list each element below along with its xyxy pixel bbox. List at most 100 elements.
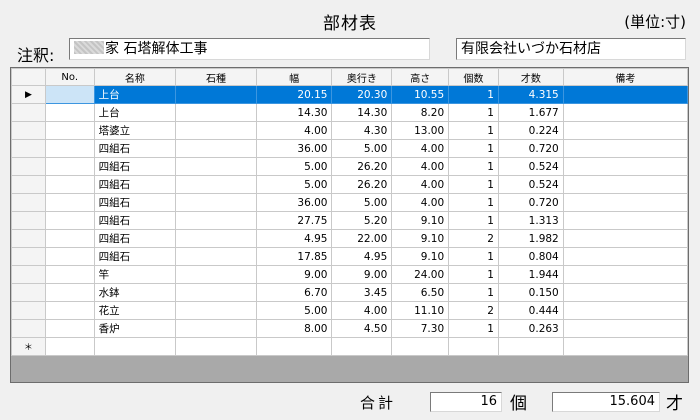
new-cell-height[interactable] xyxy=(391,337,450,356)
cell-name[interactable]: 上台 xyxy=(93,103,177,122)
column-header-stone[interactable]: 石種 xyxy=(175,68,257,86)
cell-count[interactable]: 1 xyxy=(448,85,499,104)
cell-no[interactable] xyxy=(44,247,95,266)
cell-width[interactable]: 8.00 xyxy=(255,319,333,338)
row-header[interactable] xyxy=(11,247,46,266)
cell-stone[interactable] xyxy=(175,139,257,158)
cell-volume[interactable]: 1.313 xyxy=(497,211,564,230)
cell-depth[interactable]: 3.45 xyxy=(331,283,393,302)
cell-stone[interactable] xyxy=(175,157,257,176)
cell-name[interactable]: 水鉢 xyxy=(93,283,177,302)
cell-count[interactable]: 1 xyxy=(448,121,499,140)
cell-depth[interactable]: 22.00 xyxy=(331,229,393,248)
row-header[interactable] xyxy=(11,211,46,230)
cell-stone[interactable] xyxy=(175,121,257,140)
cell-height[interactable]: 24.00 xyxy=(391,265,450,284)
cell-depth[interactable]: 4.00 xyxy=(331,301,393,320)
cell-volume[interactable]: 0.444 xyxy=(497,301,564,320)
table-row[interactable]: ▶ 上台 20.15 20.30 10.55 1 4.315 xyxy=(11,85,688,104)
cell-no[interactable] xyxy=(44,301,95,320)
cell-count[interactable]: 1 xyxy=(448,319,499,338)
table-row[interactable]: 四組石 5.00 26.20 4.00 1 0.524 xyxy=(11,175,688,194)
cell-name[interactable]: 竿 xyxy=(93,265,177,284)
cell-name[interactable]: 四組石 xyxy=(93,193,177,212)
cell-height[interactable]: 4.00 xyxy=(391,157,450,176)
cell-depth[interactable]: 4.30 xyxy=(331,121,393,140)
cell-depth[interactable]: 5.00 xyxy=(331,139,393,158)
cell-stone[interactable] xyxy=(175,85,257,104)
row-header[interactable]: ▶ xyxy=(11,85,46,104)
new-cell-name[interactable] xyxy=(93,337,177,356)
cell-depth[interactable]: 26.20 xyxy=(331,175,393,194)
cell-height[interactable]: 4.00 xyxy=(391,193,450,212)
cell-volume[interactable]: 0.804 xyxy=(497,247,564,266)
cell-volume[interactable]: 0.150 xyxy=(497,283,564,302)
table-row[interactable]: 四組石 4.95 22.00 9.10 2 1.982 xyxy=(11,229,688,248)
cell-name[interactable]: 四組石 xyxy=(93,157,177,176)
cell-stone[interactable] xyxy=(175,175,257,194)
cell-height[interactable]: 13.00 xyxy=(391,121,450,140)
cell-stone[interactable] xyxy=(175,193,257,212)
cell-remarks[interactable] xyxy=(562,211,688,230)
cell-count[interactable]: 1 xyxy=(448,283,499,302)
new-cell-count[interactable] xyxy=(448,337,499,356)
cell-name[interactable]: 四組石 xyxy=(93,229,177,248)
new-cell-volume[interactable] xyxy=(497,337,564,356)
cell-width[interactable]: 20.15 xyxy=(255,85,333,104)
cell-volume[interactable]: 0.263 xyxy=(497,319,564,338)
cell-remarks[interactable] xyxy=(562,85,688,104)
table-row[interactable]: 香炉 8.00 4.50 7.30 1 0.263 xyxy=(11,319,688,338)
cell-remarks[interactable] xyxy=(562,193,688,212)
cell-volume[interactable]: 0.524 xyxy=(497,175,564,194)
row-header[interactable] xyxy=(11,319,46,338)
cell-no[interactable] xyxy=(44,103,95,122)
cell-name[interactable]: 四組石 xyxy=(93,139,177,158)
cell-stone[interactable] xyxy=(175,229,257,248)
cell-no[interactable] xyxy=(44,139,95,158)
row-header[interactable] xyxy=(11,193,46,212)
cell-width[interactable]: 6.70 xyxy=(255,283,333,302)
cell-count[interactable]: 2 xyxy=(448,229,499,248)
cell-height[interactable]: 4.00 xyxy=(391,139,450,158)
cell-remarks[interactable] xyxy=(562,175,688,194)
cell-remarks[interactable] xyxy=(562,301,688,320)
table-row[interactable]: 四組石 5.00 26.20 4.00 1 0.524 xyxy=(11,157,688,176)
cell-volume[interactable]: 0.524 xyxy=(497,157,564,176)
row-header[interactable] xyxy=(11,229,46,248)
column-header-volume[interactable]: 才数 xyxy=(497,68,564,86)
cell-height[interactable]: 7.30 xyxy=(391,319,450,338)
row-header[interactable] xyxy=(11,301,46,320)
cell-no[interactable] xyxy=(44,283,95,302)
cell-volume[interactable]: 0.720 xyxy=(497,193,564,212)
cell-stone[interactable] xyxy=(175,283,257,302)
cell-name[interactable]: 香炉 xyxy=(93,319,177,338)
row-header[interactable] xyxy=(11,175,46,194)
cell-no[interactable] xyxy=(44,121,95,140)
cell-remarks[interactable] xyxy=(562,103,688,122)
row-header[interactable] xyxy=(11,265,46,284)
cell-depth[interactable]: 5.00 xyxy=(331,193,393,212)
table-row[interactable]: 上台 14.30 14.30 8.20 1 1.677 xyxy=(11,103,688,122)
cell-name[interactable]: 四組石 xyxy=(93,247,177,266)
cell-height[interactable]: 4.00 xyxy=(391,175,450,194)
cell-no[interactable] xyxy=(44,193,95,212)
cell-volume[interactable]: 4.315 xyxy=(497,85,564,104)
cell-remarks[interactable] xyxy=(562,319,688,338)
cell-remarks[interactable] xyxy=(562,283,688,302)
table-row[interactable]: 竿 9.00 9.00 24.00 1 1.944 xyxy=(11,265,688,284)
cell-width[interactable]: 5.00 xyxy=(255,175,333,194)
cell-count[interactable]: 1 xyxy=(448,157,499,176)
cell-no[interactable] xyxy=(44,157,95,176)
cell-width[interactable]: 17.85 xyxy=(255,247,333,266)
cell-volume[interactable]: 1.677 xyxy=(497,103,564,122)
cell-count[interactable]: 1 xyxy=(448,175,499,194)
cell-height[interactable]: 9.10 xyxy=(391,229,450,248)
parts-grid[interactable]: No. 名称 石種 幅 奥行き 高さ 個数 才数 備考 ▶ 上台 20.15 20.3… xyxy=(10,67,689,383)
row-header[interactable] xyxy=(11,157,46,176)
cell-no[interactable] xyxy=(44,265,95,284)
company-field[interactable]: 有限会社いづか石材店 xyxy=(456,38,686,60)
cell-width[interactable]: 14.30 xyxy=(255,103,333,122)
cell-remarks[interactable] xyxy=(562,229,688,248)
cell-width[interactable]: 36.00 xyxy=(255,193,333,212)
cell-depth[interactable]: 26.20 xyxy=(331,157,393,176)
